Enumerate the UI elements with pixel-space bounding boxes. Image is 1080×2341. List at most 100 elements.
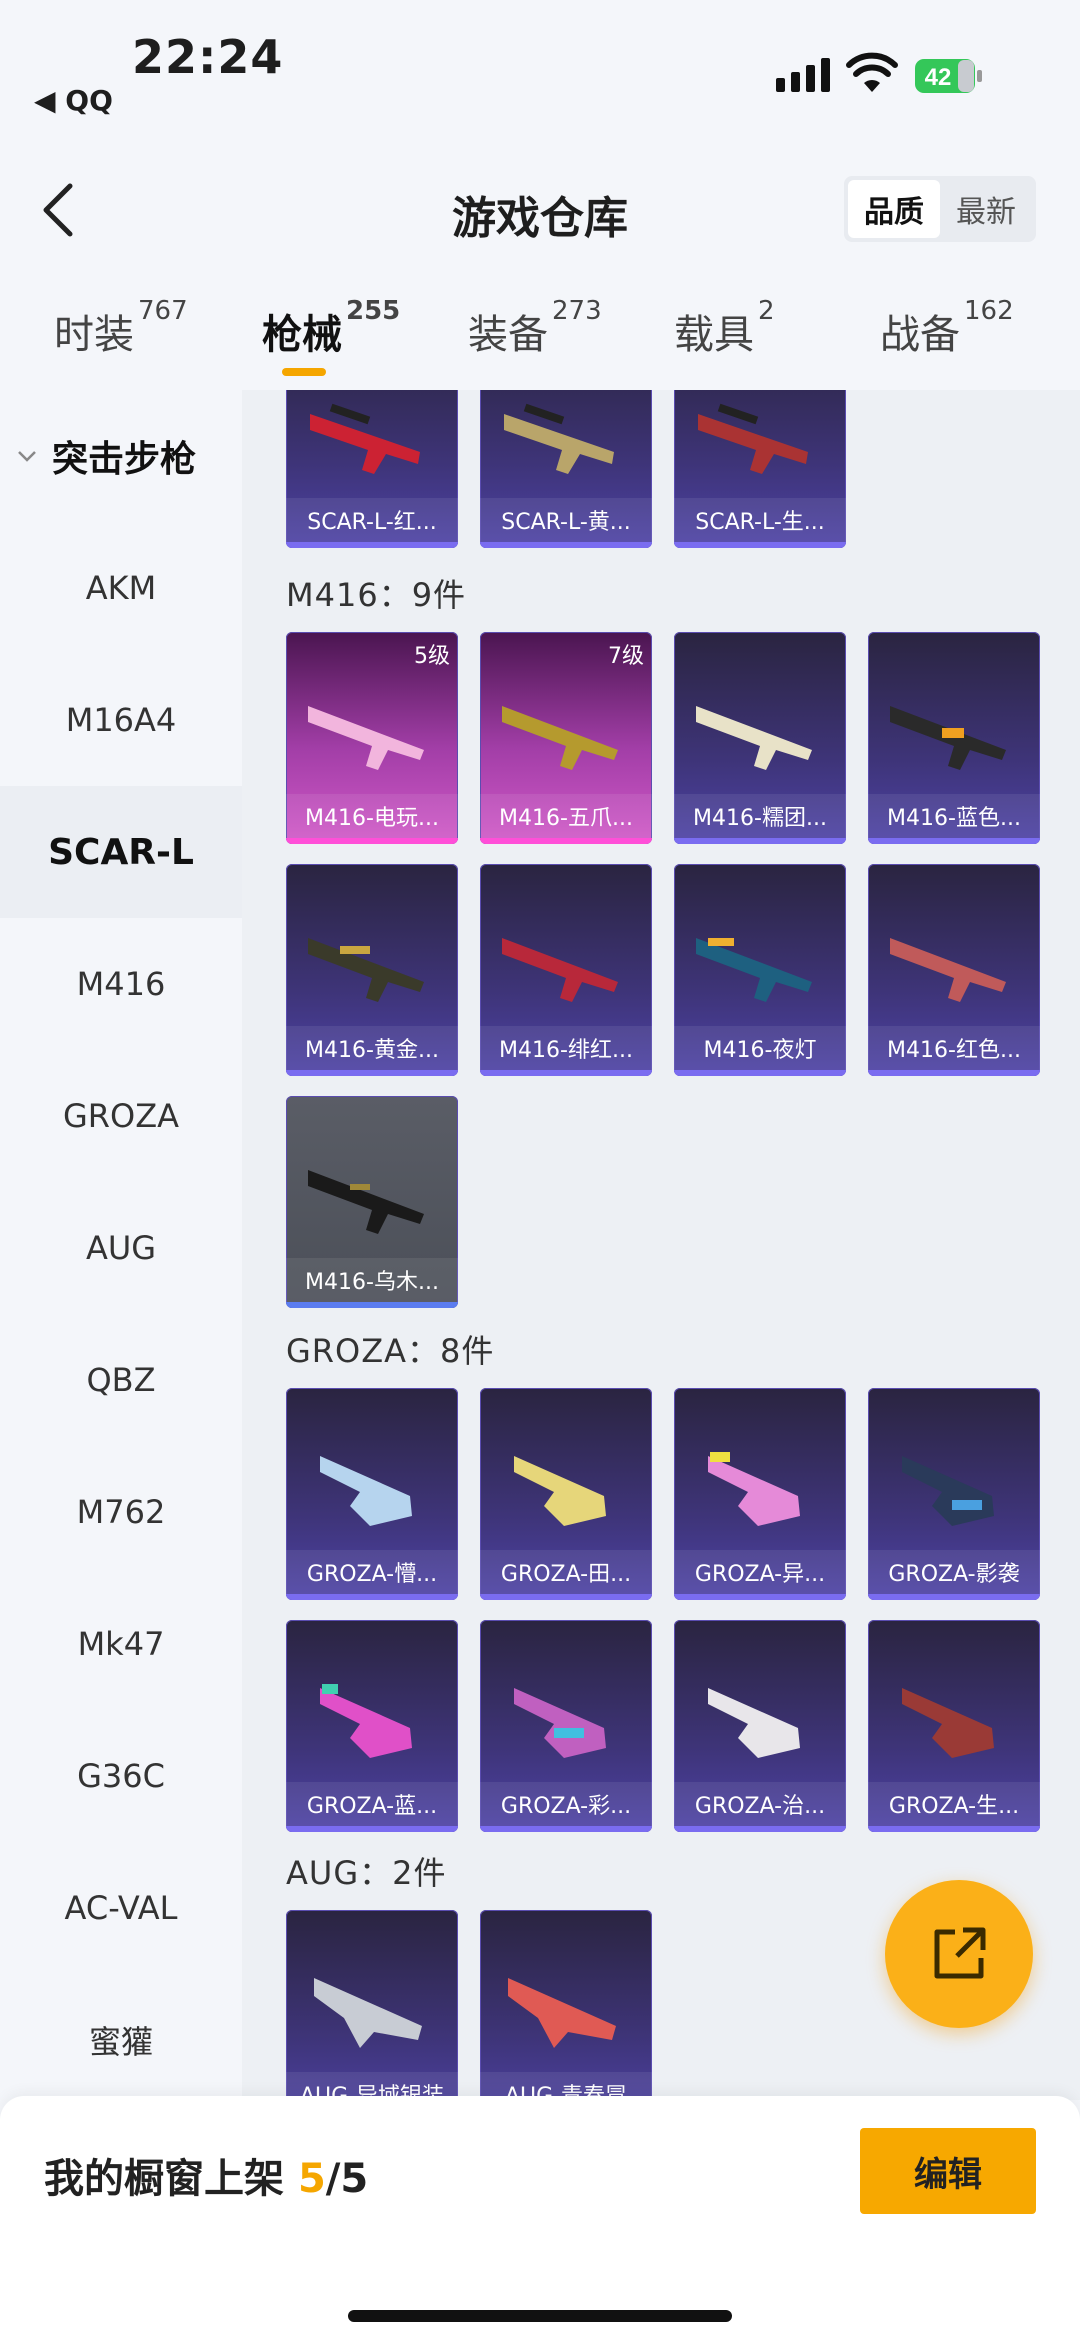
sidebar-item-akm[interactable]: AKM (0, 522, 242, 654)
skin-card[interactable]: GROZA-影袭 (868, 1388, 1040, 1600)
chevron-down-icon (18, 451, 36, 462)
sort-by-quality-button[interactable]: 品质 (848, 180, 940, 238)
rarity-bar (674, 542, 846, 548)
skin-card[interactable]: M416-夜灯 (674, 864, 846, 1076)
skin-card[interactable]: SCAR-L-黄... (480, 390, 652, 548)
skin-card[interactable]: M416-糯团... (674, 632, 846, 844)
skin-name: M416-乌木... (286, 1258, 458, 1302)
skin-name: GROZA-田... (480, 1550, 652, 1594)
rarity-bar (286, 542, 458, 548)
rarity-bar (480, 838, 652, 844)
skin-card[interactable]: M416-绯红... (480, 864, 652, 1076)
sort-toggle: 品质 最新 (844, 176, 1036, 242)
skin-card[interactable]: GROZA-田... (480, 1388, 652, 1600)
showcase-total-count: /5 (325, 2156, 369, 2202)
tab-supplies[interactable]: 战备162 (880, 296, 1014, 360)
sort-by-newest-button[interactable]: 最新 (940, 180, 1032, 238)
section-title-groza: GROZA：8件 (286, 1332, 495, 1370)
rifle-icon (308, 1170, 424, 1234)
tab-count: 162 (964, 296, 1014, 326)
skin-card[interactable]: M416-蓝色... (868, 632, 1040, 844)
skin-name: GROZA-生... (868, 1782, 1040, 1826)
sidebar-item-m16a4[interactable]: M16A4 (0, 654, 242, 786)
weapon-type-sidebar: 突击步枪 AKM M16A4 SCAR-L M416 GROZA AUG QBZ… (0, 390, 242, 2100)
skin-name: M416-黄金... (286, 1026, 458, 1070)
rifle-icon (890, 706, 1006, 770)
rarity-bar (674, 1070, 846, 1076)
skin-card[interactable]: AUG-异域银装 (286, 1910, 458, 2100)
sidebar-item-m416[interactable]: M416 (0, 918, 242, 1050)
sidebar-item-m762[interactable]: M762 (0, 1446, 242, 1578)
active-tab-indicator (282, 368, 326, 376)
sidebar-group-assault-rifles[interactable]: 突击步枪 (16, 430, 196, 482)
skin-name: M416-夜灯 (674, 1026, 846, 1070)
battery-icon: 42 (915, 59, 982, 93)
skin-card[interactable]: GROZA-治... (674, 1620, 846, 1832)
level-badge: 5级 (414, 644, 450, 669)
sidebar-item-honey-badger[interactable]: 蜜獾 (0, 1974, 242, 2106)
skin-card[interactable]: GROZA-异... (674, 1388, 846, 1600)
skin-name: GROZA-影袭 (868, 1550, 1040, 1594)
rifle-icon (902, 1456, 994, 1526)
skin-card[interactable]: AUG-青春冒 (480, 1910, 652, 2100)
section-title-m416: M416：9件 (286, 576, 467, 614)
tab-firearms[interactable]: 枪械255 (262, 296, 400, 360)
skin-card[interactable]: M416-黄金... (286, 864, 458, 1076)
sidebar-item-ac-val[interactable]: AC-VAL (0, 1842, 242, 1974)
sidebar-item-groza[interactable]: GROZA (0, 1050, 242, 1182)
wifi-icon (846, 52, 898, 92)
skin-card[interactable]: M416-乌木... (286, 1096, 458, 1308)
skin-card[interactable]: GROZA-彩... (480, 1620, 652, 1832)
rarity-bar (286, 1594, 458, 1600)
sidebar-item-aug[interactable]: AUG (0, 1182, 242, 1314)
sidebar-item-mk47[interactable]: Mk47 (0, 1578, 242, 1710)
rarity-bar (480, 542, 652, 548)
showcase-status: 我的橱窗上架 5/5 (44, 2146, 368, 2204)
skin-name: GROZA-蓝... (286, 1782, 458, 1826)
rarity-bar (480, 1070, 652, 1076)
skin-card[interactable]: SCAR-L-生... (674, 390, 846, 548)
skin-card[interactable]: 7级 M416-五爪... (480, 632, 652, 844)
skin-name: SCAR-L-生... (674, 498, 846, 542)
rarity-bar (868, 838, 1040, 844)
showcase-label: 我的橱窗上架 (44, 2156, 284, 2202)
skin-name: SCAR-L-黄... (480, 498, 652, 542)
tab-vehicles[interactable]: 载具2 (674, 296, 775, 360)
tab-fashion[interactable]: 时装767 (54, 296, 188, 360)
skin-card[interactable]: GROZA-懵... (286, 1388, 458, 1600)
tab-equipment[interactable]: 装备273 (468, 296, 602, 360)
skin-card[interactable]: M416-红色... (868, 864, 1040, 1076)
rifle-icon (708, 1452, 800, 1526)
skin-name: M416-绯红... (480, 1026, 652, 1070)
sidebar-item-scar-l[interactable]: SCAR-L (0, 786, 242, 918)
status-time: 22:24 (132, 30, 284, 84)
section-title-aug: AUG：2件 (286, 1854, 447, 1892)
rarity-bar (674, 838, 846, 844)
rifle-icon (696, 938, 812, 1002)
rifle-icon (696, 706, 812, 770)
share-button[interactable] (885, 1880, 1033, 2028)
skin-card[interactable]: GROZA-蓝... (286, 1620, 458, 1832)
rarity-bar (674, 1594, 846, 1600)
showcase-panel: 我的橱窗上架 5/5 编辑 (0, 2096, 1080, 2341)
edit-button[interactable]: 编辑 (860, 2128, 1036, 2214)
sidebar-item-qbz[interactable]: QBZ (0, 1314, 242, 1446)
share-external-icon (934, 1927, 986, 1979)
showcase-current-count: 5 (297, 2156, 326, 2202)
sidebar-item-g36c[interactable]: G36C (0, 1710, 242, 1842)
skin-card[interactable]: 5级 M416-电玩... (286, 632, 458, 844)
category-tabs: 时装767 枪械255 装备273 载具2 战备162 (0, 290, 1080, 390)
home-indicator[interactable] (348, 2310, 732, 2322)
rifle-icon (504, 403, 614, 474)
rarity-bar (480, 1594, 652, 1600)
rifle-icon (308, 938, 424, 1002)
back-to-app-link[interactable]: ◀ QQ (34, 84, 113, 117)
skin-card[interactable]: GROZA-生... (868, 1620, 1040, 1832)
skin-card[interactable]: SCAR-L-红... (286, 390, 458, 548)
rifle-icon (314, 1978, 422, 2048)
tab-label: 战备 (880, 312, 960, 358)
rarity-bar (674, 1826, 846, 1832)
weapon-skin-grid: SCAR-L-红... SCAR-L-黄... SCAR-L-生... M416… (242, 390, 1080, 2100)
rifle-icon (502, 706, 618, 770)
skin-name: GROZA-懵... (286, 1550, 458, 1594)
